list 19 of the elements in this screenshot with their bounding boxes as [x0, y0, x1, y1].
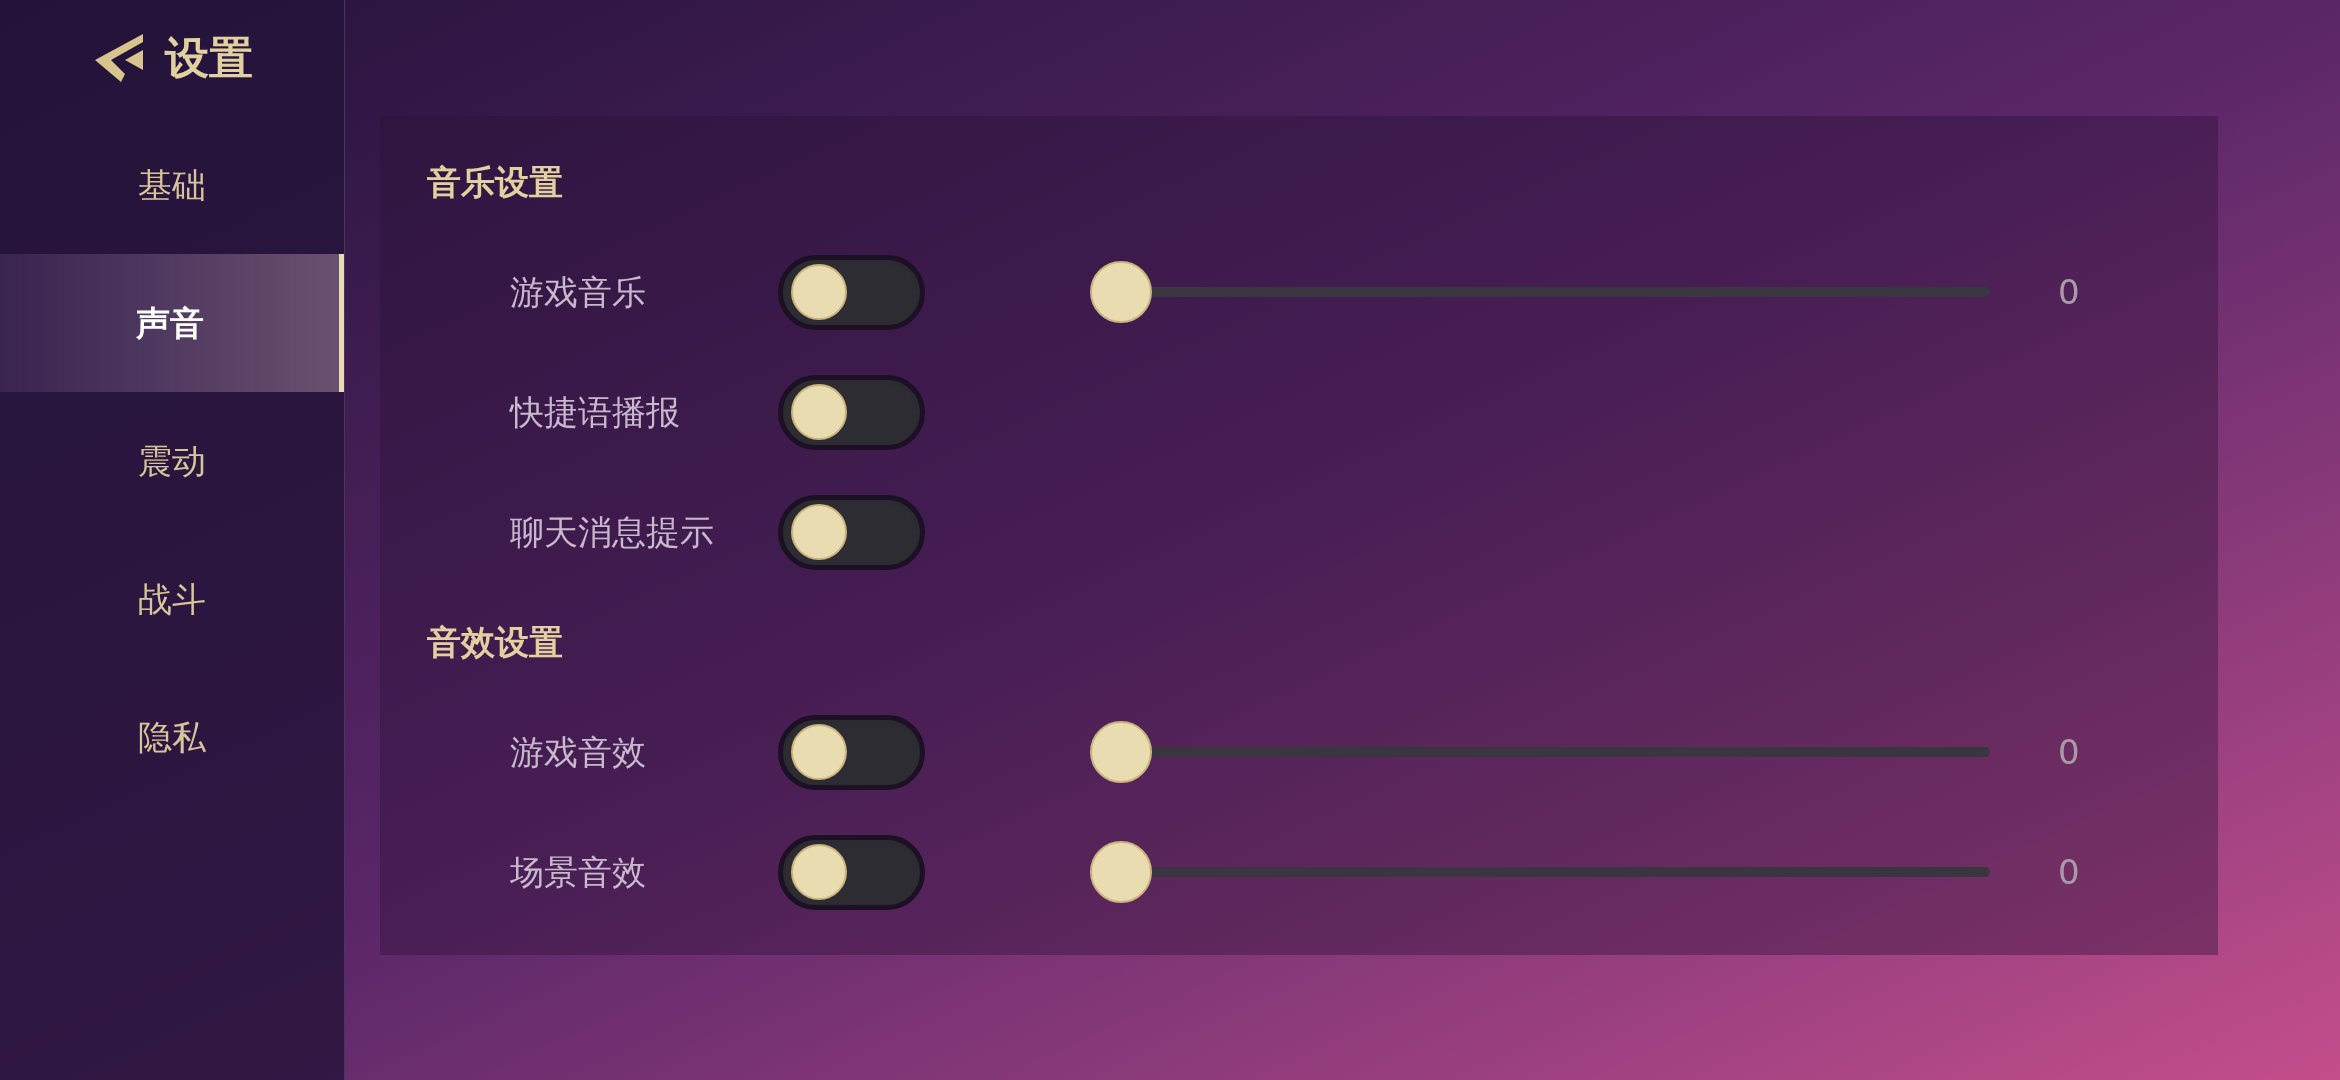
- page-title: 设置: [165, 31, 253, 85]
- setting-label: 游戏音效: [509, 730, 647, 774]
- setting-label: 聊天消息提示: [509, 510, 715, 554]
- setting-label: 场景音效: [509, 850, 647, 894]
- volume-value: 0: [2058, 270, 2080, 314]
- setting-label: 快捷语播报: [508, 390, 681, 434]
- volume-value: 0: [2058, 730, 2080, 774]
- nav-tab[interactable]: 声音: [0, 254, 344, 392]
- volume-slider[interactable]: [1090, 841, 1990, 903]
- nav-tab[interactable]: 震动: [0, 392, 344, 530]
- volume-value: 0: [2058, 850, 2080, 894]
- volume-slider[interactable]: [1090, 261, 1990, 323]
- setting-label: 游戏音乐: [509, 270, 647, 314]
- nav-tab[interactable]: 隐私: [0, 668, 344, 806]
- nav-tab[interactable]: 基础: [0, 116, 344, 254]
- volume-slider[interactable]: [1090, 721, 1990, 783]
- section-heading: 音效设置: [427, 620, 563, 664]
- nav-tab[interactable]: 战斗: [0, 530, 344, 668]
- section-heading: 音乐设置: [427, 160, 563, 204]
